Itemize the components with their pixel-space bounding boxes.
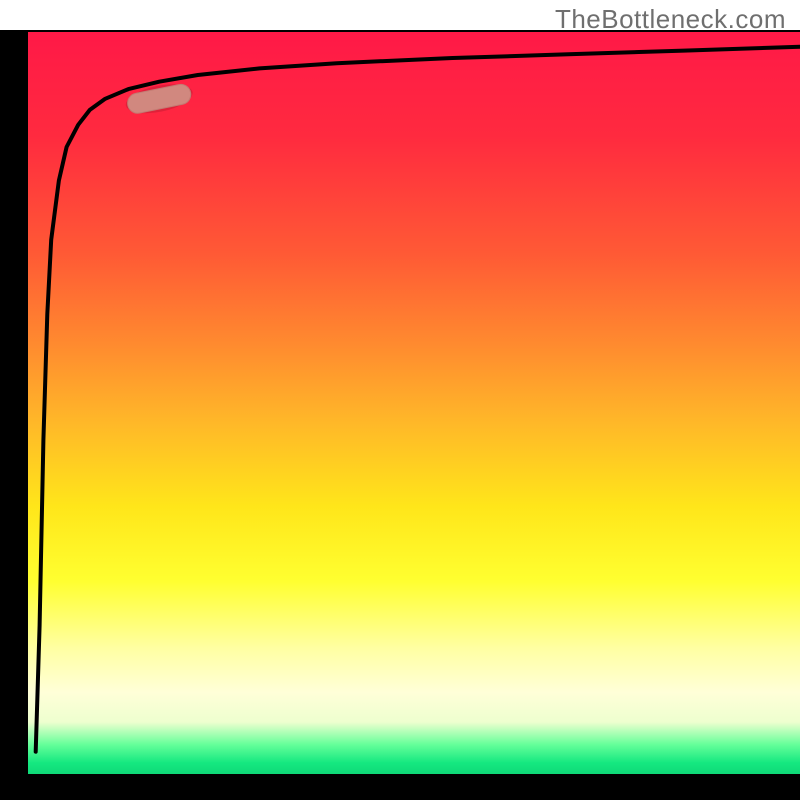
plot-area xyxy=(0,30,800,800)
chart-stage: TheBottleneck.com xyxy=(0,0,800,800)
axis-y xyxy=(0,30,28,774)
axis-x xyxy=(0,774,800,800)
bottleneck-curve-line xyxy=(36,47,800,752)
curve-thumb-marker[interactable] xyxy=(123,79,195,118)
axis-top-line xyxy=(28,30,800,32)
curve-svg xyxy=(28,32,800,774)
